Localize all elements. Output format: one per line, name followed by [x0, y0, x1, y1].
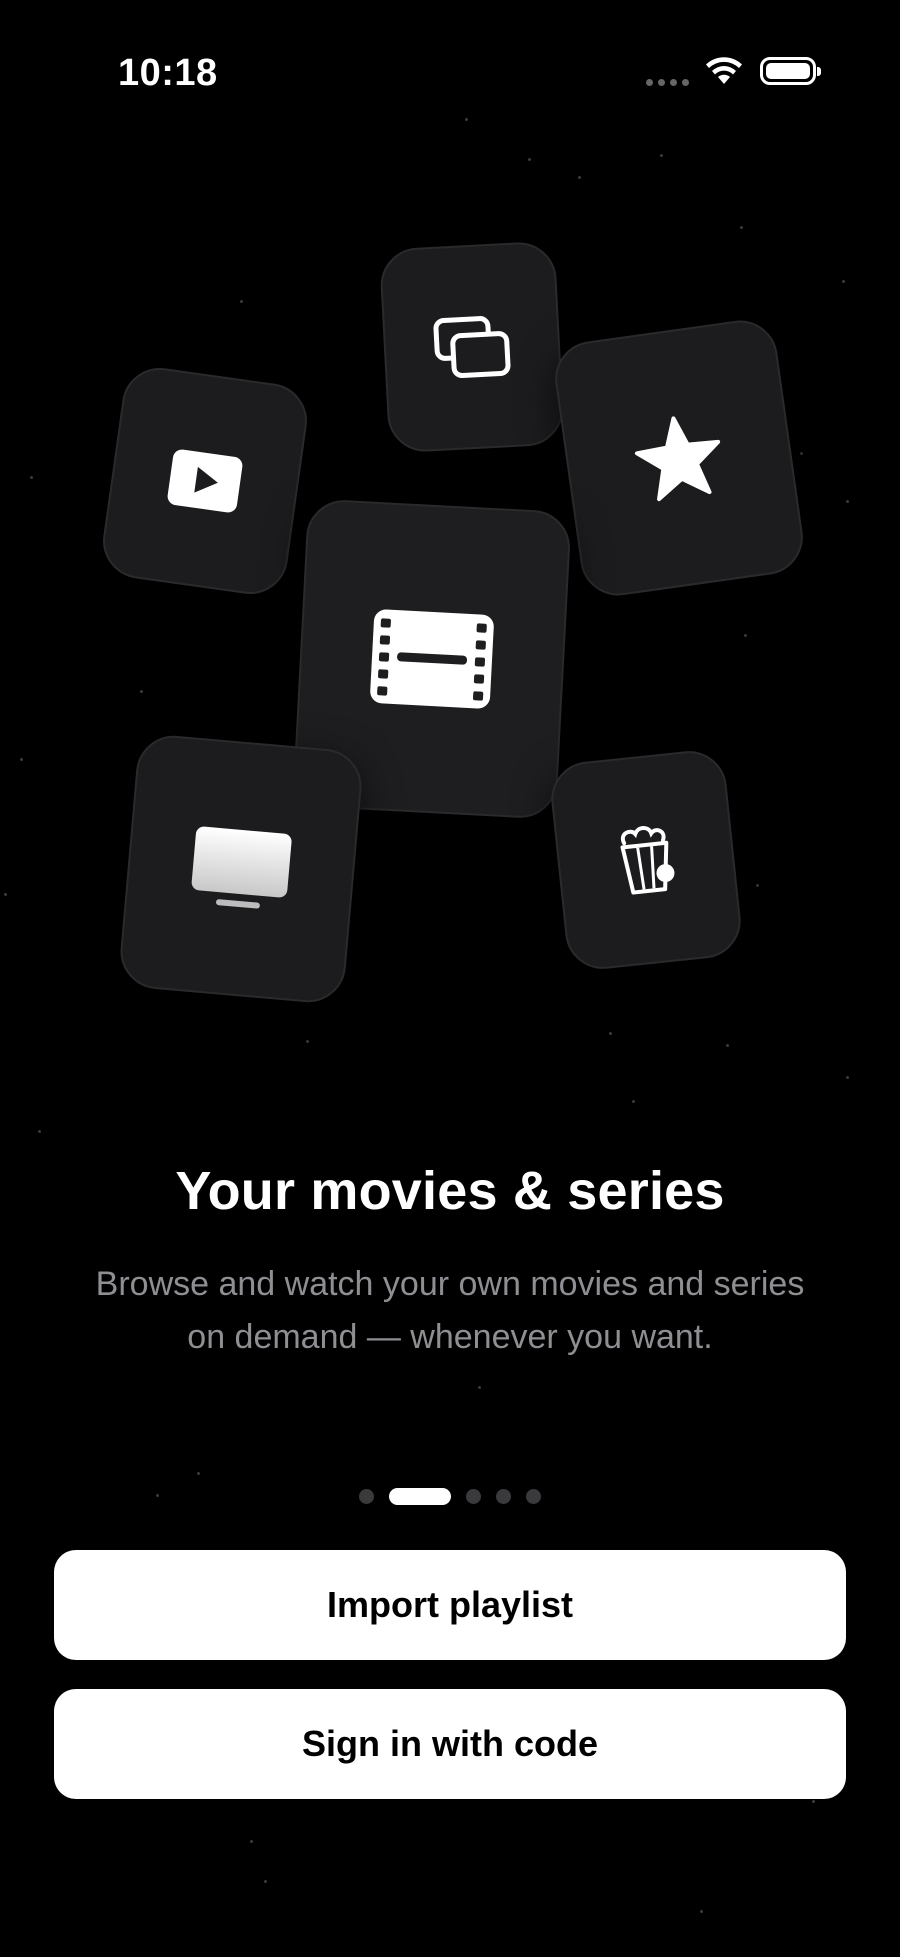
page-dot-4[interactable] — [496, 1489, 511, 1504]
sign-in-with-code-button[interactable]: Sign in with code — [54, 1689, 846, 1799]
subtitle-line-2: on demand — whenever you want. — [187, 1318, 713, 1356]
play-button-icon — [167, 449, 243, 513]
popcorn-tile — [547, 747, 745, 973]
status-time: 10:18 — [118, 52, 218, 94]
play-button-tile — [98, 363, 312, 599]
page-dot-5[interactable] — [526, 1489, 541, 1504]
battery-icon — [760, 57, 821, 85]
tv-tile — [117, 732, 365, 1006]
stacked-windows-icon — [433, 316, 511, 379]
tv-icon — [191, 826, 292, 909]
stacked-windows-tile — [378, 240, 566, 454]
star-tile — [550, 315, 808, 601]
page-dot-1[interactable] — [359, 1489, 374, 1504]
onboarding-title: Your movies & series — [175, 1161, 725, 1221]
page-indicator[interactable] — [0, 1488, 900, 1505]
film-strip-icon — [370, 609, 494, 709]
cellular-signal-icon — [646, 79, 689, 86]
onboarding-subtitle: Browse and watch your own movies and ser… — [40, 1258, 860, 1364]
status-bar: 10:18 — [0, 0, 900, 150]
import-playlist-button[interactable]: Import playlist — [54, 1550, 846, 1660]
page-dot-2-active[interactable] — [389, 1488, 451, 1505]
wifi-icon — [706, 57, 742, 84]
page-dot-3[interactable] — [466, 1489, 481, 1504]
star-icon — [634, 416, 721, 502]
popcorn-icon — [620, 826, 675, 895]
subtitle-line-1: Browse and watch your own movies and ser… — [95, 1265, 805, 1303]
